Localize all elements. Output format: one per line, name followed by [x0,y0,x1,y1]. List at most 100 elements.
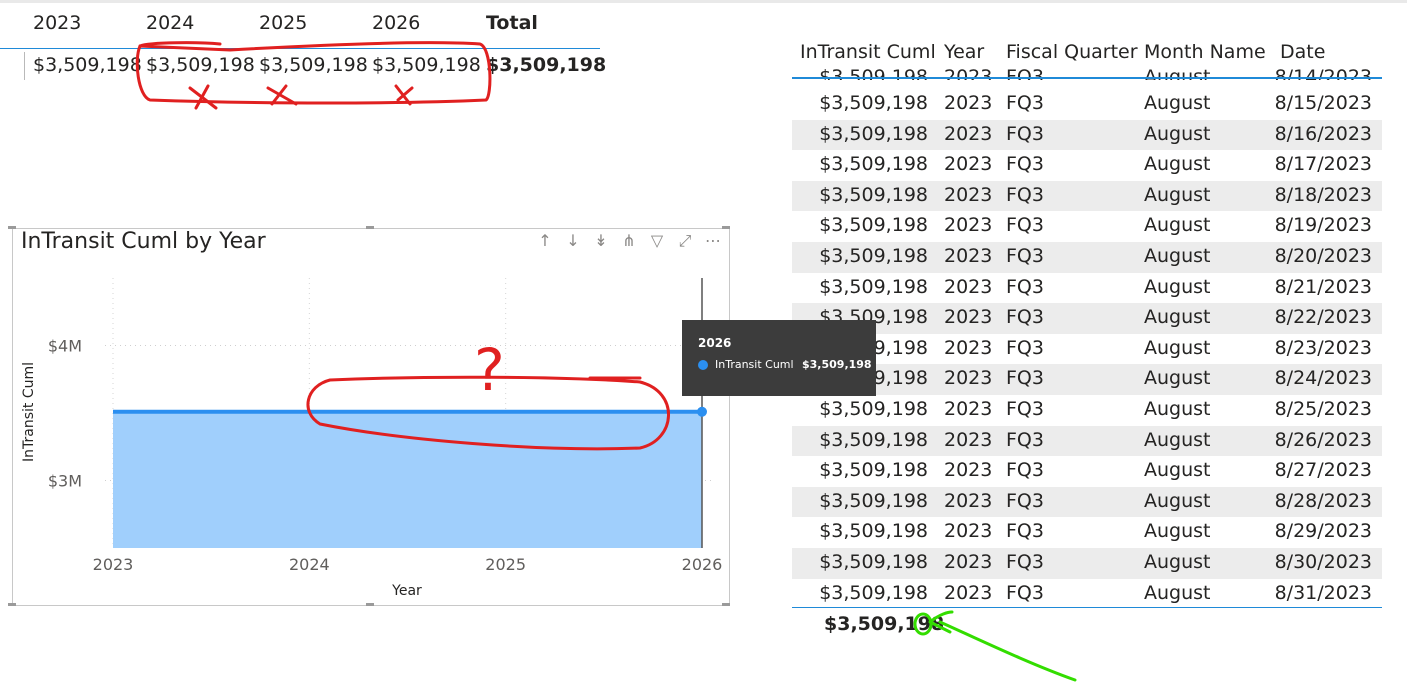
table-row[interactable]: $3,509,198 2023 FQ3 August 8/25/2023 [792,395,1382,426]
matrix-header-2026[interactable]: 2026 [372,12,420,34]
cell-date: 8/21/2023 [1274,275,1372,298]
table-row[interactable]: $3,509,198 2023 FQ3 August 8/30/2023 [792,548,1382,579]
cell-year: 2023 [944,398,993,420]
cell-fiscal-quarter: FQ3 [1006,428,1044,451]
cell-amount: $3,509,198 [819,214,928,237]
cell-year: 2023 [944,489,993,512]
double-arrow-down-icon[interactable]: ↡ [591,231,611,251]
table-row[interactable]: $3,509,198 2023 FQ3 August 8/28/2023 [792,486,1382,518]
column-header-month-name[interactable]: Month Name [1144,41,1266,63]
matrix-cell-2024[interactable]: $3,509,198 [146,54,255,76]
cell-month: August [1144,367,1211,390]
table-row[interactable]: $3,509,198 2023 FQ3 August 8/22/2023 [792,303,1382,334]
cell-amount: $3,509,198 [819,581,928,604]
cell-month: August [1144,520,1211,543]
cell-amount: $3,509,198 [819,183,928,206]
cell-month: August [1144,336,1211,359]
arrow-up-icon[interactable]: ↑ [535,231,555,251]
cell-month: August [1144,551,1211,573]
cell-month: August [1144,459,1211,482]
matrix-header-total[interactable]: Total [486,12,538,34]
cell-year: 2023 [944,245,993,267]
cell-fiscal-quarter: FQ3 [1006,551,1044,573]
column-header-intransit-cuml[interactable]: InTransit Cuml [800,41,936,63]
matrix-header-2025[interactable]: 2025 [259,12,307,34]
cell-amount: $3,509,198 [819,275,928,298]
cell-fiscal-quarter: FQ3 [1006,520,1044,543]
cell-amount: $3,509,198 [819,551,928,573]
matrix-cell-2026[interactable]: $3,509,198 [372,54,481,76]
visual-toolbar: ↑ ↓ ↡ ⋔ ▽ ⤢ ⋯ [535,231,723,251]
focus-mode-icon[interactable]: ⤢ [675,231,695,251]
table-total-divider [792,607,1382,608]
table-row[interactable]: $3,509,198 2023 FQ3 August 8/21/2023 [792,273,1382,304]
resize-handle-bottom-right[interactable] [722,603,730,606]
cell-fiscal-quarter: FQ3 [1006,306,1044,329]
cell-fiscal-quarter: FQ3 [1006,581,1044,604]
cell-date: 8/29/2023 [1274,520,1372,543]
matrix-header-divider [0,48,600,49]
cell-year: 2023 [944,92,993,114]
matrix-header-2023[interactable]: 2023 [33,12,81,34]
cell-date: 8/22/2023 [1274,306,1372,329]
hierarchy-icon[interactable]: ⋔ [619,231,639,251]
column-header-date[interactable]: Date [1280,41,1325,63]
cell-date: 8/30/2023 [1274,551,1372,573]
resize-handle-bottom[interactable] [366,603,374,606]
cell-amount: $3,509,198 [819,245,928,267]
chart-tooltip: 2026 InTransit Cuml $3,509,198 [682,320,876,396]
table-row[interactable]: $3,509,198 2023 FQ3 August 8/17/2023 [792,150,1382,181]
cell-amount: $3,509,198 [819,428,928,451]
table-row[interactable]: $3,509,198 2023 FQ3 August 8/31/2023 [792,579,1382,610]
cell-date: 8/23/2023 [1274,336,1372,359]
cell-month: August [1144,581,1211,604]
matrix-cell-2023[interactable]: $3,509,198 [33,54,142,76]
line-chart-visual[interactable]: InTransit Cuml by Year ↑ ↓ ↡ ⋔ ▽ ⤢ ⋯ [12,228,730,606]
tooltip-series-value: $3,509,198 [802,358,872,371]
table-row[interactable]: $3,509,198 2023 FQ3 August 8/27/2023 [792,456,1382,487]
cell-year: 2023 [944,428,993,451]
cell-date: 8/26/2023 [1274,428,1372,451]
cell-amount: $3,509,198 [819,489,928,512]
cell-month: August [1144,306,1211,329]
resize-handle-top[interactable] [366,226,374,229]
table-row[interactable]: $3,509,1982023FQ3August8/23/2023 [792,334,1382,365]
table-row[interactable]: $3,509,198 2023 FQ3 August 8/16/2023 [792,119,1382,151]
arrow-down-icon[interactable]: ↓ [563,231,583,251]
cell-date: 8/20/2023 [1274,245,1372,267]
cell-date: 8/28/2023 [1274,489,1372,512]
table-row[interactable]: $3,509,198 2023 FQ3 August 8/26/2023 [792,425,1382,457]
cell-fiscal-quarter: FQ3 [1006,214,1044,237]
cell-year: 2023 [944,214,993,237]
table-row[interactable]: $3,509,198 2023 FQ3 August 8/15/2023 [792,89,1382,120]
cell-date: 8/24/2023 [1274,367,1372,390]
detail-table: InTransit Cuml Year Fiscal Quarter Month… [792,0,1392,682]
table-row[interactable]: $3,509,198 2023 FQ3 August 8/20/2023 [792,242,1382,273]
table-row[interactable]: $3,509,1982023FQ3August8/24/2023 [792,364,1382,395]
cell-month: August [1144,245,1211,267]
filter-icon[interactable]: ▽ [647,231,667,251]
matrix-cell-total[interactable]: $3,509,198 [486,54,606,76]
cell-date: 8/25/2023 [1274,398,1372,420]
matrix-cell-2025[interactable]: $3,509,198 [259,54,368,76]
cell-date: 8/15/2023 [1274,92,1372,114]
cell-date: 8/17/2023 [1274,153,1372,176]
cell-year: 2023 [944,153,993,176]
cell-date: 8/18/2023 [1274,183,1372,206]
cell-amount: $3,509,198 [819,153,928,176]
resize-handle-top-right[interactable] [722,226,730,229]
cell-fiscal-quarter: FQ3 [1006,245,1044,267]
more-options-icon[interactable]: ⋯ [703,231,723,251]
column-header-fiscal-quarter[interactable]: Fiscal Quarter [1006,41,1138,63]
matrix-header-2024[interactable]: 2024 [146,12,194,34]
table-row[interactable]: $3,509,198 2023 FQ3 August 8/18/2023 [792,180,1382,212]
cell-month: August [1144,92,1211,114]
table-row[interactable]: $3,509,198 2023 FQ3 August 8/29/2023 [792,517,1382,548]
table-row[interactable]: $3,509,198 2023 FQ3 August 8/19/2023 [792,211,1382,242]
resize-handle-bottom-left[interactable] [8,603,16,606]
resize-handle-top-left[interactable] [8,226,16,229]
cell-month: August [1144,275,1211,298]
cell-date: 8/27/2023 [1274,459,1372,482]
column-header-year[interactable]: Year [944,41,984,63]
cell-year: 2023 [944,459,993,482]
